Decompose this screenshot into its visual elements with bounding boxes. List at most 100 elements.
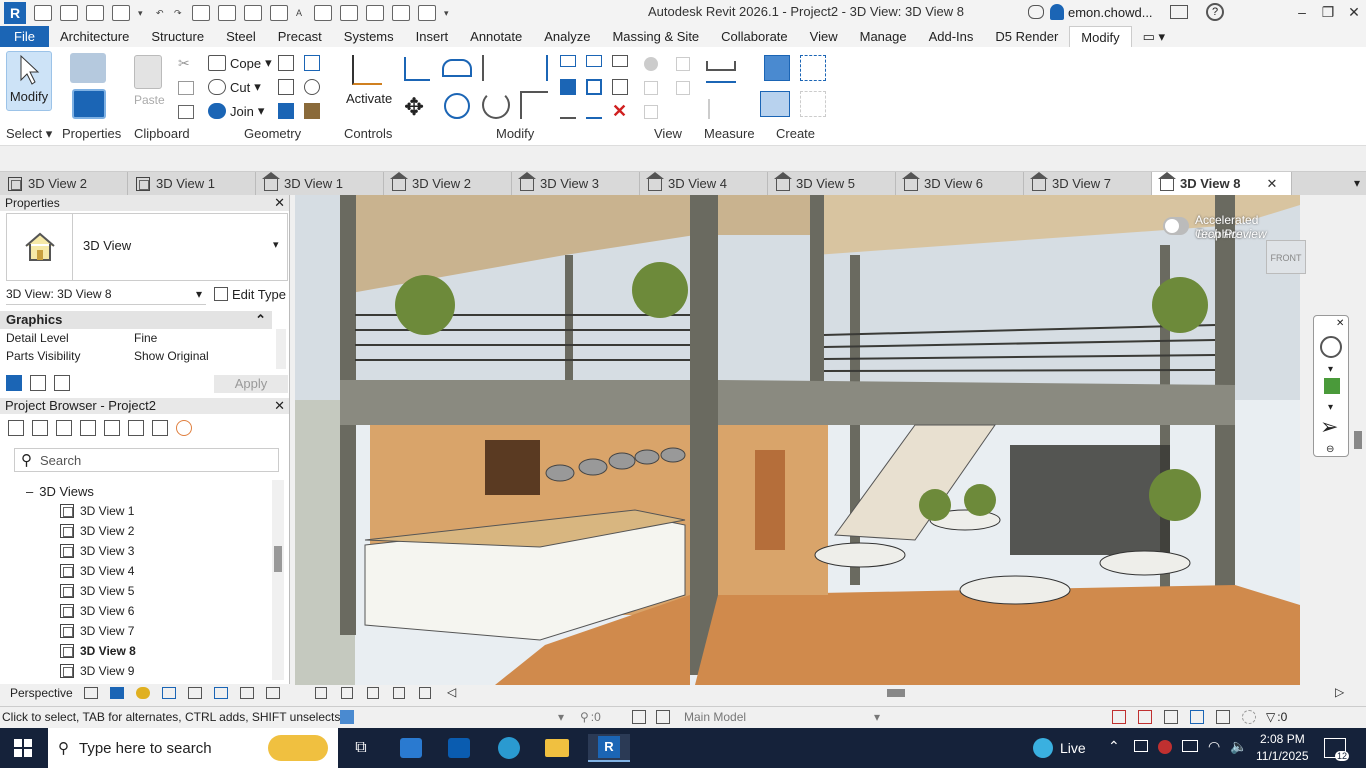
cut-profile-icon[interactable]: [676, 81, 690, 95]
text-icon[interactable]: A: [296, 5, 306, 21]
projection-mode[interactable]: Perspective: [10, 686, 73, 700]
browser-scrollbar[interactable]: [272, 480, 284, 680]
measure-between-icon[interactable]: [706, 61, 736, 71]
scroll-right-icon[interactable]: ▷: [1335, 685, 1344, 699]
tree-item[interactable]: 3D View 7: [60, 624, 134, 638]
windows-start-icon[interactable]: [8, 734, 38, 762]
undo-icon[interactable]: ↶: [156, 5, 166, 21]
rotate-icon[interactable]: [482, 91, 510, 119]
instance-filter-dropdown[interactable]: 3D View: 3D View 8 ▾: [6, 287, 206, 305]
copy-icon[interactable]: [178, 81, 194, 95]
tab-annotate[interactable]: Annotate: [459, 26, 533, 47]
scroll-thumb[interactable]: [887, 689, 905, 697]
temp-hide-icon[interactable]: [315, 687, 327, 699]
chevron-down-icon[interactable]: ▾: [558, 710, 564, 724]
join-button[interactable]: Join ▾: [208, 103, 264, 119]
tab-precast[interactable]: Precast: [267, 26, 333, 47]
tab-list-icon[interactable]: ▾: [1292, 172, 1366, 195]
view-tab[interactable]: 3D View 2: [0, 172, 128, 195]
tab-modify[interactable]: Modify: [1069, 25, 1132, 48]
tab-d5-render[interactable]: D5 Render: [984, 26, 1069, 47]
match-properties-icon[interactable]: [178, 105, 194, 119]
view-tab-active[interactable]: 3D View 8 ✕: [1152, 172, 1292, 195]
cart-icon[interactable]: [1170, 5, 1188, 19]
cut-clipboard-icon[interactable]: ✂: [178, 55, 190, 72]
mirror-draw-axis-icon[interactable]: [520, 55, 548, 81]
close-hidden-icon[interactable]: [392, 5, 410, 21]
tab-view[interactable]: View: [799, 26, 849, 47]
tab-collaborate[interactable]: Collaborate: [710, 26, 799, 47]
tab-manage[interactable]: Manage: [849, 26, 918, 47]
tree-item[interactable]: 3D View 2: [60, 524, 134, 538]
status-icon[interactable]: [340, 710, 354, 724]
view-tab[interactable]: 3D View 2: [384, 172, 512, 195]
tab-add-ins[interactable]: Add-Ins: [918, 26, 985, 47]
split-gap-icon[interactable]: [586, 55, 602, 67]
close-icon[interactable]: ✕: [274, 195, 285, 211]
shadows-icon[interactable]: [162, 687, 176, 699]
modify-button[interactable]: Modify: [6, 51, 52, 111]
panel-select[interactable]: Select ▾: [6, 126, 52, 142]
vertical-scrollbar[interactable]: [1350, 195, 1366, 685]
linework-icon[interactable]: [644, 81, 658, 95]
zoom-icon[interactable]: [1324, 378, 1340, 394]
type-properties-icon[interactable]: [70, 53, 106, 83]
edit-type-button[interactable]: Edit Type: [214, 287, 286, 302]
revit-logo-icon[interactable]: R: [4, 2, 26, 24]
apply-button[interactable]: Apply: [214, 375, 288, 393]
tab-architecture[interactable]: Architecture: [49, 26, 140, 47]
editing-requests-icon[interactable]: [632, 710, 646, 724]
sort-icon[interactable]: [6, 375, 22, 391]
type-selector[interactable]: 3D View ▾: [6, 213, 288, 281]
volume-icon[interactable]: 🔈: [1230, 738, 1247, 755]
trim-single-icon[interactable]: [586, 103, 602, 119]
orbit-icon[interactable]: ➢: [1320, 414, 1338, 440]
select-underlay-icon[interactable]: [1138, 710, 1152, 724]
drag-elements-icon[interactable]: [1216, 710, 1230, 724]
home-icon[interactable]: [8, 420, 24, 436]
active-design-option[interactable]: Main Model: [684, 710, 746, 724]
workset-count[interactable]: ⚲:0: [580, 710, 601, 724]
show-crop-icon[interactable]: [240, 687, 254, 699]
steering-wheel-icon[interactable]: [1320, 336, 1342, 358]
tree-item-selected[interactable]: 3D View 8: [60, 644, 136, 658]
schedules-icon[interactable]: [56, 420, 72, 436]
create-parts-icon[interactable]: [800, 55, 826, 81]
visual-style-icon[interactable]: [110, 687, 124, 699]
create-assembly-icon[interactable]: [764, 55, 790, 81]
geometry-tool-1-icon[interactable]: [278, 55, 294, 71]
search-input[interactable]: Search: [40, 453, 81, 468]
hide-icon[interactable]: [644, 57, 658, 71]
split-element-icon[interactable]: [560, 55, 576, 67]
create-group-icon[interactable]: [760, 91, 790, 117]
close-icon[interactable]: ✕: [274, 398, 285, 414]
cope-button[interactable]: Cope ▾: [208, 55, 272, 71]
tab-file[interactable]: File: [0, 26, 49, 47]
select-links-icon[interactable]: [1112, 710, 1126, 724]
sun-path-icon[interactable]: [136, 687, 150, 699]
viewcube[interactable]: FRONT: [1266, 240, 1306, 274]
filter-count[interactable]: ▽:0: [1266, 710, 1287, 724]
background-process-icon[interactable]: [1242, 710, 1256, 724]
groups-icon[interactable]: [128, 420, 144, 436]
tab-massing-site[interactable]: Massing & Site: [601, 26, 710, 47]
live-label[interactable]: Live: [1060, 740, 1086, 756]
dropdown-icon[interactable]: ▾: [138, 5, 148, 21]
families-icon[interactable]: [104, 420, 120, 436]
view-tab[interactable]: 3D View 1: [128, 172, 256, 195]
print-preview-icon[interactable]: [218, 5, 236, 21]
view-tab[interactable]: 3D View 5: [768, 172, 896, 195]
rendered-model[interactable]: [295, 195, 1300, 685]
unpin-icon[interactable]: [612, 79, 628, 95]
tab-structure[interactable]: Structure: [140, 26, 215, 47]
3d-viewport[interactable]: Accelerated Graphics Tech Preview: [295, 195, 1300, 685]
cut-button[interactable]: Cut ▾: [208, 79, 261, 95]
revit-links-icon[interactable]: [152, 420, 168, 436]
taskbar-search-input[interactable]: Type here to search: [79, 740, 212, 757]
view-tab[interactable]: 3D View 3: [512, 172, 640, 195]
geometry-tool-5-icon[interactable]: [278, 103, 294, 119]
outlook-icon[interactable]: [444, 734, 474, 762]
view-tab[interactable]: 3D View 4: [640, 172, 768, 195]
render-icon[interactable]: [188, 687, 202, 699]
select-by-face-icon[interactable]: [1190, 710, 1204, 724]
